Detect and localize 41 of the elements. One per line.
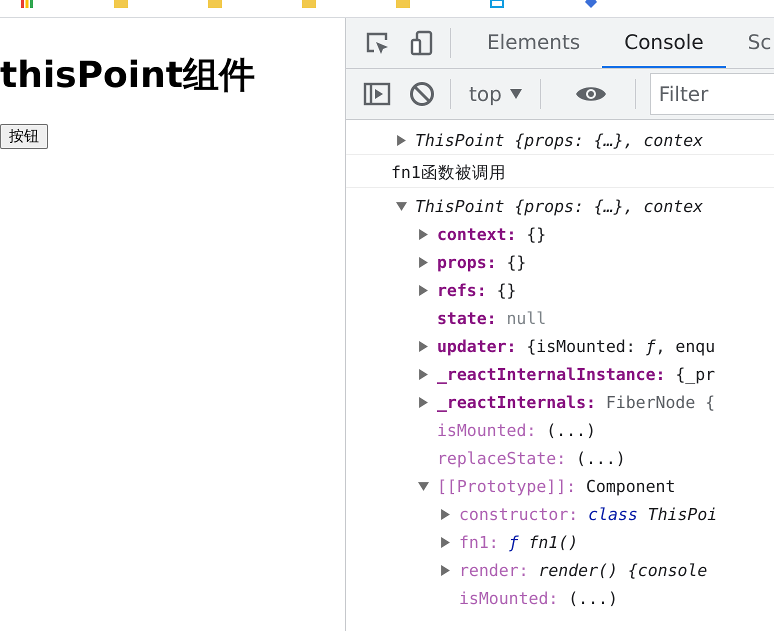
expand-arrow-icon[interactable] [418,396,429,408]
property-entry: replaceState: (...) [437,448,626,468]
expand-arrow-icon[interactable] [418,340,429,352]
filter-field[interactable]: Filter [650,73,774,115]
expand-arrow-icon[interactable] [418,256,429,268]
page-icon[interactable] [490,0,504,8]
apps-icon[interactable] [20,0,34,8]
expand-arrow-icon[interactable] [418,284,429,296]
expand-arrow-icon[interactable] [440,508,451,520]
property-entry: _reactInternals: FiberNode { [437,392,716,412]
property-entry: _reactInternalInstance: {_pr [437,364,716,384]
object-summary: ThisPoint {props: {…}, contex [415,130,704,150]
property-entry: render: render() {console [459,560,708,580]
object-summary: ThisPoint {props: {…}, contex [415,196,704,216]
expand-arrow-icon[interactable] [418,368,429,380]
property-entry: fn1: ƒ fn1() [459,532,578,552]
clear-icon[interactable] [408,80,436,108]
expand-arrow-icon[interactable] [418,480,429,492]
property-entry: [[Prototype]]: Component [437,476,676,496]
expand-arrow-icon[interactable] [396,200,407,212]
property-entry: isMounted: (...) [459,588,618,608]
property-entry: updater: {isMounted: ƒ, enqu [437,336,716,356]
expand-arrow-icon[interactable] [440,564,451,576]
sidebar-toggle-icon[interactable] [363,80,391,108]
property-entry: constructor: class ThisPoi [459,504,718,524]
diamond-icon[interactable] [584,0,598,8]
page-button[interactable]: 按钮 [0,124,48,149]
expand-arrow-icon[interactable] [440,536,451,548]
expand-arrow-icon[interactable] [418,228,429,240]
property-entry: state: null [437,308,546,328]
caret-icon [510,89,522,99]
page-heading: thisPoint组件 [0,54,256,98]
expand-arrow-icon[interactable] [396,134,407,146]
property-entry: props: {} [437,252,526,272]
devtools-tab[interactable]: Sc [726,18,774,68]
devtools-tab[interactable]: Elements [465,18,602,68]
context-dropdown[interactable]: top [465,82,526,106]
property-entry: context: {} [437,224,546,244]
property-entry: isMounted: (...) [437,420,596,440]
console-message: fn1函数被调用 [390,162,507,184]
property-entry: refs: {} [437,280,516,300]
